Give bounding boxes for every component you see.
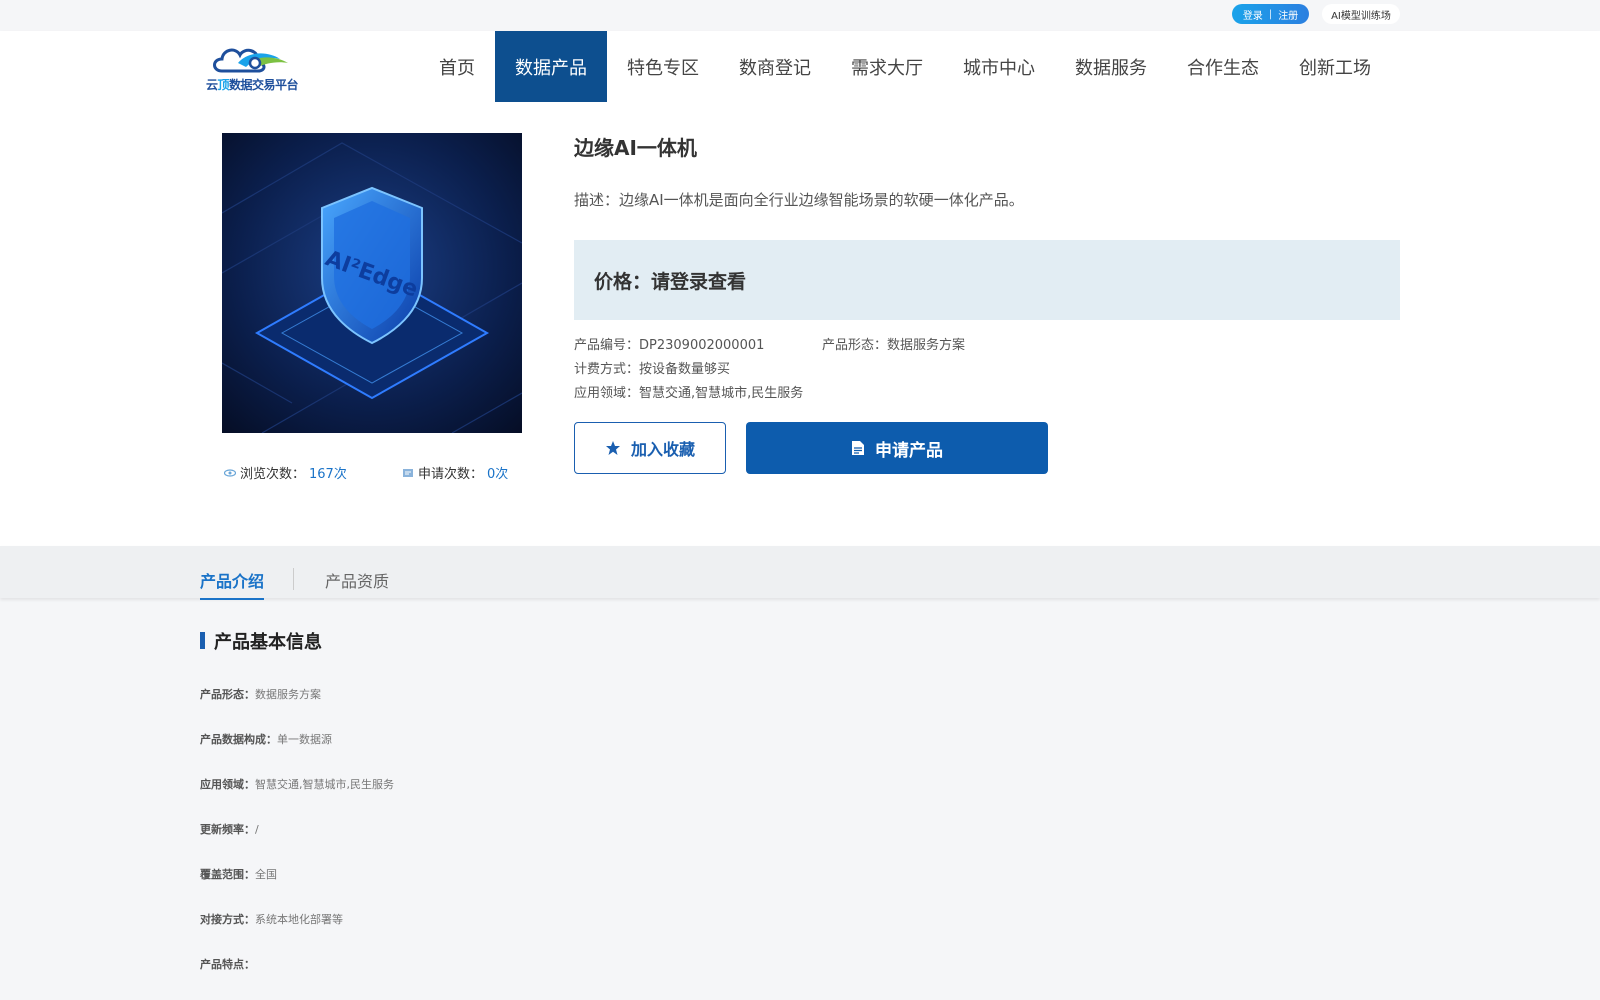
info-row-data-composition: 产品数据构成：单一数据源 [200, 733, 332, 746]
nav-featured-zone[interactable]: 特色专区 [607, 31, 719, 102]
nav-data-services[interactable]: 数据服务 [1055, 31, 1167, 102]
tab-product-intro[interactable]: 产品介绍 [200, 568, 265, 600]
nav-partner-ecosystem[interactable]: 合作生态 [1167, 31, 1279, 102]
info-row-update-frequency: 更新频率：/ [200, 823, 259, 836]
nav-innovation-workshop[interactable]: 创新工场 [1279, 31, 1391, 102]
platform-logo[interactable]: 云顶数据交易平台 [206, 41, 302, 93]
info-row-application-domain: 应用领域：智慧交通,智慧城市,民生服务 [200, 778, 394, 791]
product-summary: AI²Edge 浏览次数： 167次 申请次数： 0次 边缘AI一体机 描述：边… [0, 102, 1600, 546]
auth-separator: | [1268, 8, 1273, 20]
main-header: 云顶数据交易平台 首页 数据产品 特色专区 数商登记 需求大厅 城市中心 数据服… [0, 31, 1600, 102]
register-link[interactable]: 注册 [1278, 7, 1298, 22]
nav-home[interactable]: 首页 [419, 31, 495, 102]
views-label: 浏览次数： [240, 467, 306, 482]
info-row-integration-method: 对接方式：系统本地化部署等 [200, 913, 343, 926]
apply-product-label: 申请产品 [875, 440, 943, 461]
product-image: AI²Edge [222, 133, 522, 433]
apply-product-button[interactable]: 申请产品 [746, 422, 1048, 474]
product-title: 边缘AI一体机 [574, 136, 697, 160]
top-utility-bar: 登录 | 注册 AI模型训练场 [0, 0, 1600, 31]
auth-pill: 登录 | 注册 [1232, 4, 1309, 24]
info-row-product-form: 产品形态：数据服务方案 [200, 688, 321, 701]
views-stat: 浏览次数： 167次 [224, 463, 347, 482]
product-description: 描述：边缘AI一体机是面向全行业边缘智能场景的软硬一体化产品。 [574, 191, 1024, 209]
nav-merchant-registration[interactable]: 数商登记 [719, 31, 831, 102]
views-count: 167次 [309, 467, 347, 482]
tab-product-qualification[interactable]: 产品资质 [325, 568, 389, 598]
logo-text: 云顶数据交易平台 [206, 78, 299, 92]
cloud-logo-icon [213, 48, 288, 73]
main-nav: 首页 数据产品 特色专区 数商登记 需求大厅 城市中心 数据服务 合作生态 创新… [419, 31, 1391, 102]
billing-method: 计费方式：按设备数量够买 [574, 362, 731, 377]
section-title: 产品基本信息 [200, 628, 322, 654]
add-favorite-label: 加入收藏 [630, 440, 695, 459]
login-link[interactable]: 登录 [1243, 7, 1263, 22]
product-form: 产品形态：数据服务方案 [822, 338, 966, 353]
product-code: 产品编号：DP2309002000001 [574, 338, 765, 353]
nav-demand-hall[interactable]: 需求大厅 [831, 31, 943, 102]
document-icon [852, 441, 864, 455]
star-icon [605, 441, 620, 455]
info-row-coverage: 覆盖范围：全国 [200, 868, 277, 881]
ai-training-link[interactable]: AI模型训练场 [1322, 4, 1400, 24]
applications-label: 申请次数： [418, 467, 484, 482]
eye-icon [224, 468, 236, 477]
nav-city-center[interactable]: 城市中心 [943, 31, 1055, 102]
add-favorite-button[interactable]: 加入收藏 [574, 422, 726, 474]
nav-data-products[interactable]: 数据产品 [495, 31, 607, 102]
price-box: 价格：请登录查看 [574, 240, 1400, 320]
document-edit-icon [403, 468, 413, 477]
applications-count: 0次 [487, 467, 509, 482]
info-row-product-features: 产品特点： [200, 958, 255, 971]
product-tabs: 产品介绍 产品资质 [0, 546, 1600, 600]
tab-divider [293, 568, 294, 590]
application-domain: 应用领域：智慧交通,智慧城市,民生服务 [574, 386, 804, 401]
applications-stat: 申请次数： 0次 [402, 463, 508, 482]
